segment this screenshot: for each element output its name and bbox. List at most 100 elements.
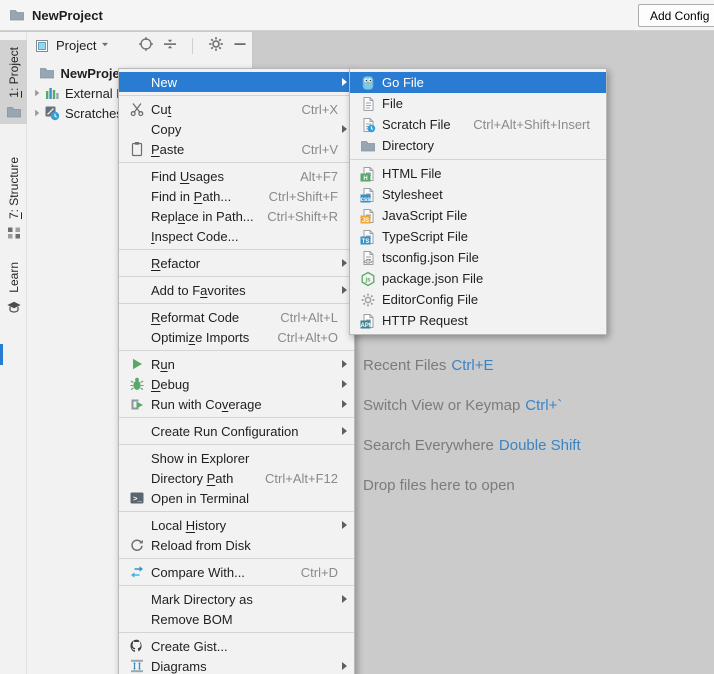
menu-separator [119,585,354,586]
menu-item-label: Scratch File [382,117,451,132]
clipboard-icon [129,141,145,157]
window-title: NewProject [32,7,103,23]
menu-item-label: Compare With... [151,564,245,580]
collapse-all-button[interactable] [161,37,178,54]
menu-item-cut[interactable]: Cut Ctrl+X [119,99,354,119]
menu-item-javascript-file[interactable]: JS JavaScript File [350,205,606,226]
menu-item-label: Mark Directory as [151,591,253,607]
menu-item-file[interactable]: File [350,93,606,114]
menu-item-tsconfig-json-file[interactable]: <> tsconfig.json File [350,247,606,268]
submenu-arrow-icon [342,662,347,670]
menu-item-run-with-coverage[interactable]: Run with Coverage [119,394,354,414]
menu-item-debug[interactable]: Debug [119,374,354,394]
menu-separator [119,350,354,351]
menu-item-mark-directory-as[interactable]: Mark Directory as [119,589,354,609]
tab-structure[interactable]: 7: Structure [0,150,27,245]
menu-item-html-file[interactable]: H HTML File [350,163,606,184]
menu-item-scratch-file[interactable]: Scratch File Ctrl+Alt+Shift+Insert [350,114,606,135]
menu-item-find-usages[interactable]: Find Usages Alt+F7 [119,166,354,186]
menu-item-shortcut: Ctrl+Shift+F [268,188,338,204]
menu-item-typescript-file[interactable]: TS TypeScript File [350,226,606,247]
menu-item-label: Directory Path [151,470,234,486]
menu-separator [119,444,354,445]
menu-item-add-to-favorites[interactable]: Add to Favorites [119,280,354,300]
submenu-arrow-icon [342,78,347,86]
project-view-selector[interactable]: Project [56,38,96,53]
menu-item-http-request[interactable]: API HTTP Request [350,310,606,331]
hide-button[interactable] [231,37,248,54]
menu-item-shortcut: Ctrl+X [301,101,338,117]
context-menu: New Cut Ctrl+X Copy Paste Ctrl+V Find Usages Al… [118,68,355,674]
menu-item-inspect-code[interactable]: Inspect Code... [119,226,354,246]
menu-item-local-history[interactable]: Local History [119,515,354,535]
menu-item-label: Stylesheet [382,187,443,202]
menu-item-editorconfig-file[interactable]: EditorConfig File [350,289,606,310]
menu-item-label: Create Run Configuration [151,423,299,439]
gear-icon [208,36,224,55]
menu-item-label: New [151,74,178,90]
menu-item-create-gist[interactable]: Create Gist... [119,636,354,656]
svg-text:TS: TS [362,238,370,244]
menu-item-directory[interactable]: Directory [350,135,606,156]
ide-window: NewProject Add Config 1: Project 7: Struc… [0,0,714,674]
menu-item-label: Copy [151,121,182,137]
menu-item-label: HTML File [382,166,442,181]
menu-item-label: Add to Favorites [151,282,246,298]
chevron-down-icon[interactable] [99,38,111,54]
empty-icon-slot [129,517,145,533]
empty-icon-slot [129,74,145,90]
menu-item-open-in-terminal[interactable]: >_ Open in Terminal [119,488,354,508]
hint-shortcut: Ctrl+E [451,356,494,374]
editor-empty-hints: Recent Files Ctrl+E Switch View or Keymap C… [363,345,581,505]
hint-text: Switch View or Keymap [363,396,521,414]
menu-item-directory-path[interactable]: Directory Path Ctrl+Alt+F12 [119,468,354,488]
chevron-right-icon[interactable] [30,87,44,99]
file-icon [360,96,376,112]
menu-item-reformat-code[interactable]: Reformat Code Ctrl+Alt+L [119,307,354,327]
tab-learn[interactable]: Learn [0,255,27,319]
menu-separator [119,162,354,163]
html-icon: H [360,166,376,182]
tab-project[interactable]: 1: Project [0,40,27,124]
empty-icon-slot [129,208,145,224]
menu-item-paste[interactable]: Paste Ctrl+V [119,139,354,159]
menu-item-label: Reformat Code [151,309,240,325]
menu-item-find-in-path[interactable]: Find in Path... Ctrl+Shift+F [119,186,354,206]
menu-item-compare-with[interactable]: Compare With... Ctrl+D [119,562,354,582]
empty-icon-slot [129,121,145,137]
menu-item-label: JavaScript File [382,208,468,223]
menu-item-diagrams[interactable]: Diagrams [119,656,354,674]
menu-item-package-json-file[interactable]: js package.json File [350,268,606,289]
add-configuration-button[interactable]: Add Config [638,4,714,27]
empty-icon-slot [129,450,145,466]
menu-item-reload-from-disk[interactable]: Reload from Disk [119,535,354,555]
menu-item-shortcut: Ctrl+Shift+R [267,208,338,224]
hint-text: Drop files here to open [363,476,515,494]
hint-text: Recent Files [363,356,447,374]
menu-item-remove-bom[interactable]: Remove BOM [119,609,354,629]
menu-separator [119,632,354,633]
menu-item-new[interactable]: New [119,72,354,92]
editor-hint-line: Recent Files Ctrl+E [363,345,581,385]
menu-item-create-run-configuration[interactable]: Create Run Configuration [119,421,354,441]
submenu-arrow-icon [342,125,347,133]
menu-item-copy[interactable]: Copy [119,119,354,139]
menu-item-label: Find Usages [151,168,224,184]
locate-button[interactable] [137,37,154,54]
menu-item-label: Cut [151,101,172,117]
editor-hint-line: Search Everywhere Double Shift [363,425,581,465]
menu-separator [119,303,354,304]
css-icon: css [360,187,376,203]
menu-item-refactor[interactable]: Refactor [119,253,354,273]
diagrams-icon [129,658,145,674]
menu-item-replace-in-path[interactable]: Replace in Path... Ctrl+Shift+R [119,206,354,226]
menu-item-run[interactable]: Run [119,354,354,374]
menu-item-stylesheet[interactable]: css Stylesheet [350,184,606,205]
chevron-right-icon[interactable] [30,107,44,119]
menu-item-label: Directory [382,138,435,153]
menu-item-optimize-imports[interactable]: Optimize Imports Ctrl+Alt+O [119,327,354,347]
menu-item-go-file[interactable]: Go File [350,72,606,93]
settings-button[interactable] [207,37,224,54]
hint-shortcut: Double Shift [498,436,581,454]
menu-item-show-in-explorer[interactable]: Show in Explorer [119,448,354,468]
